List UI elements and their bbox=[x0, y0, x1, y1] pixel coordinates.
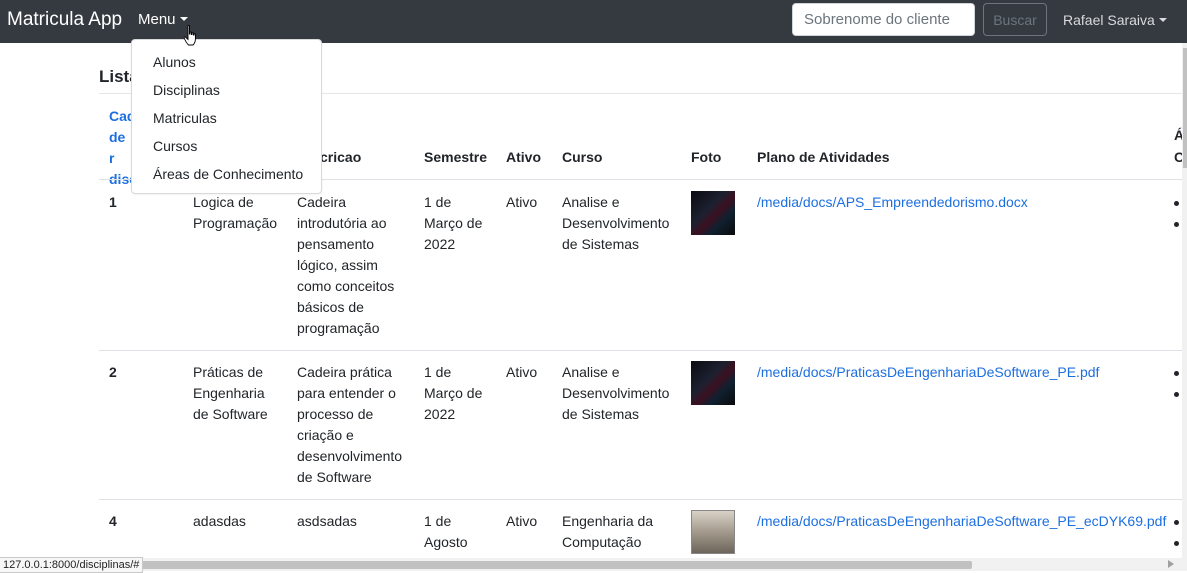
user-menu-toggle[interactable]: Rafael Saraiva bbox=[1063, 12, 1167, 28]
search-button[interactable]: Buscar bbox=[983, 3, 1047, 36]
menu-dropdown-toggle[interactable]: Menu bbox=[138, 11, 188, 28]
table-row-curso: Analise e Desenvolvimento de Sistemas bbox=[562, 194, 670, 252]
caret-down-icon bbox=[1158, 18, 1167, 22]
table-row-photo bbox=[691, 361, 735, 405]
vertical-scrollbar-thumb[interactable] bbox=[1183, 48, 1187, 168]
list-bullet bbox=[1174, 520, 1179, 525]
brand-link[interactable]: Matricula App bbox=[7, 9, 122, 31]
hand-cursor-icon bbox=[183, 25, 196, 46]
table-row-descricao: Cadeira introdutória ao pensamento lógic… bbox=[297, 194, 395, 336]
top-navbar: Matricula App Menu Buscar Rafael Saraiva bbox=[0, 0, 1187, 43]
table-row-plano-link[interactable]: /media/docs/PraticasDeEngenhariaDeSoftwa… bbox=[757, 511, 1166, 532]
column-header-plano: Plano de Atividades bbox=[757, 149, 890, 165]
table-row-curso: Engenharia da Computação bbox=[562, 513, 654, 550]
menu-dropdown: Alunos Disciplinas Matriculas Cursos Áre… bbox=[131, 39, 322, 194]
menu-item-cursos[interactable]: Cursos bbox=[132, 134, 321, 162]
table-row-ativo: Ativo bbox=[506, 194, 538, 210]
table-row-divider bbox=[99, 499, 1187, 500]
list-bullet bbox=[1174, 541, 1179, 546]
table-row-photo bbox=[691, 191, 735, 235]
table-row-nome: Práticas de Engenharia de Software bbox=[193, 364, 268, 422]
table-row-ativo: Ativo bbox=[506, 513, 538, 529]
menu-item-alunos[interactable]: Alunos bbox=[132, 50, 321, 78]
menu-label: Menu bbox=[138, 11, 176, 28]
table-row-semestre: 1 de Agosto bbox=[424, 513, 468, 550]
search-input[interactable] bbox=[792, 3, 975, 36]
table-row-semestre: 1 de Março de 2022 bbox=[424, 364, 483, 422]
table-row-curso: Analise e Desenvolvimento de Sistemas bbox=[562, 364, 670, 422]
table-row-id: 1 bbox=[109, 194, 117, 210]
column-header-foto: Foto bbox=[691, 149, 722, 165]
table-row-descricao: Cadeira prática para entender o processo… bbox=[297, 364, 403, 485]
horizontal-scrollbar-thumb[interactable] bbox=[132, 561, 972, 569]
scroll-right-arrow-icon[interactable] bbox=[1168, 560, 1174, 568]
menu-item-areas-de-conhecimento[interactable]: Áreas de Conhecimento bbox=[132, 162, 321, 190]
user-name: Rafael Saraiva bbox=[1063, 12, 1155, 28]
table-row-plano-link[interactable]: /media/docs/PraticasDeEngenhariaDeSoftwa… bbox=[757, 362, 1099, 383]
table-row-ativo: Ativo bbox=[506, 364, 538, 380]
table-row-divider bbox=[99, 350, 1187, 351]
list-bullet bbox=[1174, 201, 1179, 206]
table-row-semestre: 1 de Março de 2022 bbox=[424, 194, 483, 252]
list-bullet bbox=[1174, 392, 1179, 397]
table-row-nome: Logica de Programação bbox=[193, 194, 278, 231]
table-row-nome: adasdas bbox=[193, 513, 246, 529]
list-bullet bbox=[1174, 222, 1179, 227]
list-bullet bbox=[1174, 371, 1179, 376]
column-header-semestre: Semestre bbox=[424, 149, 488, 165]
caret-down-icon bbox=[179, 17, 188, 21]
table-row-id: 4 bbox=[109, 513, 117, 529]
column-header-ativo: Ativo bbox=[506, 149, 541, 165]
menu-item-matriculas[interactable]: Matriculas bbox=[132, 106, 321, 134]
menu-item-disciplinas[interactable]: Disciplinas bbox=[132, 78, 321, 106]
column-header-descricao: cricao bbox=[320, 149, 362, 165]
table-row-id: 2 bbox=[109, 364, 117, 380]
table-row-photo bbox=[691, 510, 735, 554]
table-row-plano-link[interactable]: /media/docs/APS_Empreendedorismo.docx bbox=[757, 192, 1028, 213]
column-header-curso: Curso bbox=[562, 149, 603, 165]
table-row-descricao: asdsadas bbox=[297, 513, 357, 529]
